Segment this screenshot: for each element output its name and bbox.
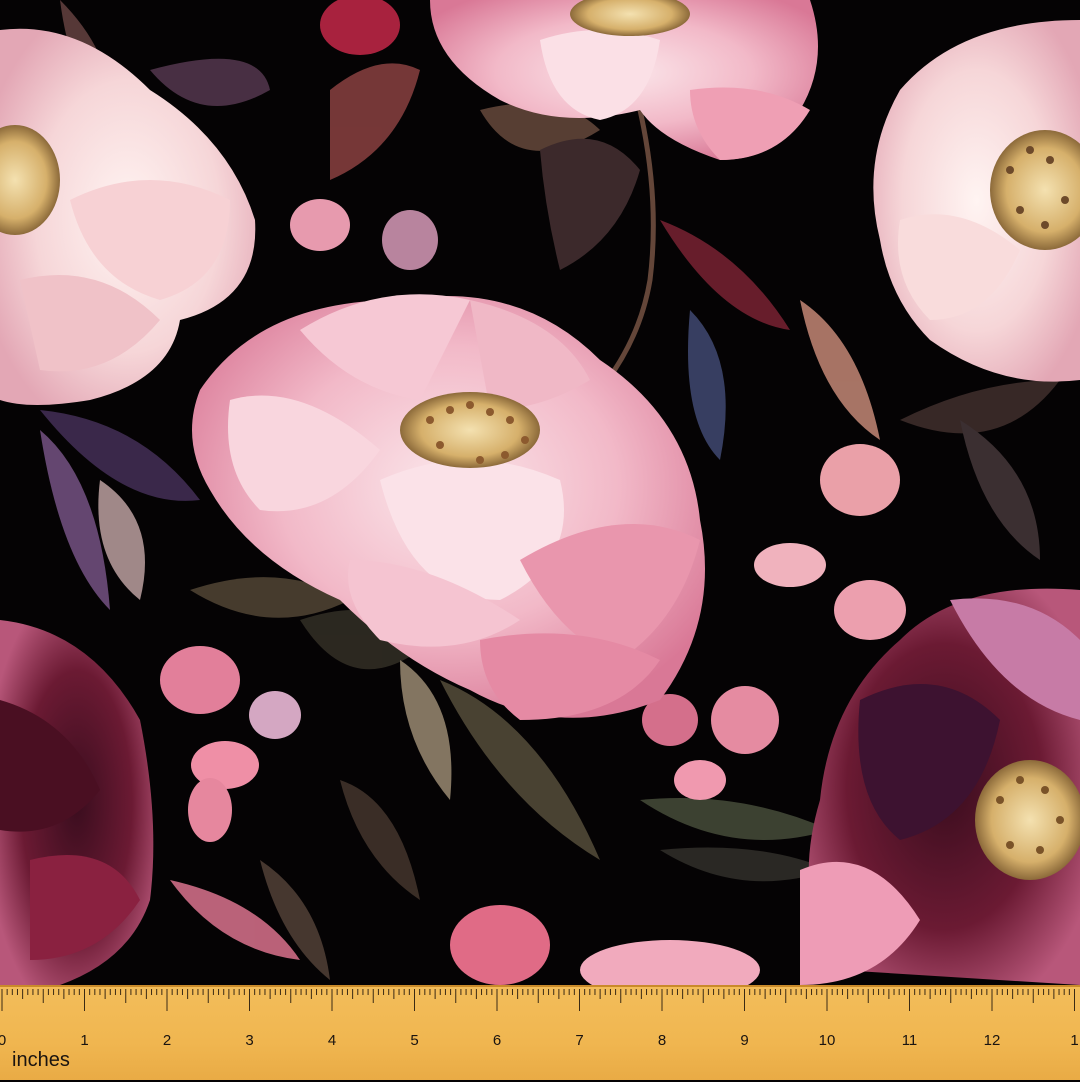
ruler-number: 7 <box>575 1032 583 1049</box>
ruler-number: 10 <box>819 1032 836 1049</box>
ruler-number: 8 <box>658 1032 666 1049</box>
ruler-number: 9 <box>740 1032 748 1049</box>
fabric-photo: 0 1 2 3 4 5 6 7 8 9 10 11 12 1 inches <box>0 0 1080 1080</box>
ruler-number: 4 <box>328 1032 336 1049</box>
ruler-number: 6 <box>493 1032 501 1049</box>
floral-print <box>0 0 1080 985</box>
ruler-number: 1 <box>80 1032 88 1049</box>
ruler-number: 3 <box>245 1032 253 1049</box>
measuring-ruler: 0 1 2 3 4 5 6 7 8 9 10 11 12 1 inches <box>0 985 1080 1080</box>
ruler-number: 0 <box>0 1032 6 1049</box>
ruler-number: 2 <box>163 1032 171 1049</box>
ruler-scale: 0 1 2 3 4 5 6 7 8 9 10 11 12 1 <box>0 989 1079 1049</box>
ruler-number: 11 <box>902 1032 918 1049</box>
ruler-number: 1 <box>1070 1032 1078 1049</box>
ruler-number: 12 <box>984 1032 1001 1049</box>
ruler-unit-label: inches <box>12 1049 70 1071</box>
ruler-number: 5 <box>410 1032 418 1049</box>
